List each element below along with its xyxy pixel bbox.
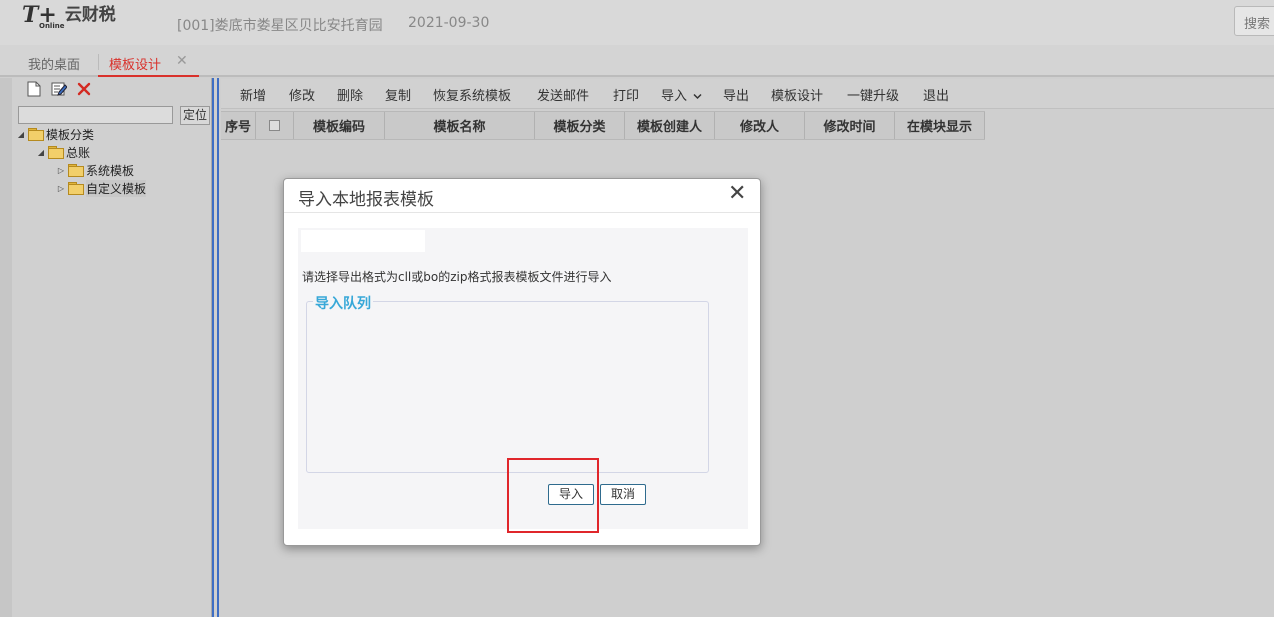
close-icon[interactable]: ✕ (728, 181, 746, 206)
new-file-icon[interactable] (26, 81, 42, 97)
edit-icon[interactable] (51, 81, 67, 97)
left-edge-strip (0, 78, 12, 617)
dialog-title: 导入本地报表模板 (298, 190, 434, 210)
toolbar-export-button[interactable]: 导出 (723, 85, 749, 104)
tree-node-label: 总账 (66, 145, 91, 160)
login-date: 2021-09-30 (408, 15, 490, 31)
expanded-arrow-icon[interactable]: ◢ (16, 130, 26, 139)
chevron-down-icon (693, 93, 702, 100)
panel-splitter[interactable] (212, 78, 219, 617)
tree-node-label: 模板分类 (46, 127, 95, 142)
org-name: [001]娄底市娄星区贝比安托育园 (177, 18, 383, 34)
app-logo: T+ Online 云财税 (22, 4, 116, 30)
toolbar-exit-button[interactable]: 退出 (923, 85, 949, 104)
folder-icon (68, 164, 84, 177)
tree-node-custom-template[interactable]: ▷ 自定义模板 (56, 179, 147, 197)
column-header-modifier[interactable]: 修改人 (715, 112, 805, 139)
column-header-template-code[interactable]: 模板编码 (294, 112, 385, 139)
column-header-modified-time[interactable]: 修改时间 (805, 112, 895, 139)
template-grid-header: 序号 模板编码 模板名称 模板分类 模板创建人 修改人 修改时间 在模块显示 (221, 111, 985, 140)
collapsed-arrow-icon[interactable]: ▷ (56, 184, 66, 193)
dialog-divider (284, 212, 760, 213)
expanded-arrow-icon[interactable]: ◢ (36, 148, 46, 157)
column-header-template-category[interactable]: 模板分类 (535, 112, 625, 139)
logo-text: 云财税 (64, 5, 116, 25)
select-all-checkbox[interactable] (269, 120, 280, 131)
delete-icon[interactable] (76, 81, 92, 97)
collapsed-arrow-icon[interactable]: ▷ (56, 166, 66, 175)
main-toolbar: 新增 修改 删除 复制 恢复系统模板 发送邮件 打印 导入 导出 模板设计 一键… (221, 79, 1274, 109)
global-search-input[interactable]: 搜索 (1234, 6, 1274, 36)
toolbar-import-label: 导入 (661, 89, 688, 104)
category-tree-panel: 定位 ◢ 模板分类 ◢ 总账 ▷ 系统模板 ▷ 自定义模板 (12, 78, 212, 617)
import-queue-legend: 导入队列 (313, 293, 373, 313)
column-header-template-name[interactable]: 模板名称 (385, 112, 535, 139)
toolbar-import-dropdown[interactable]: 导入 (661, 85, 702, 104)
tree-node-general-ledger[interactable]: ◢ 总账 (36, 144, 90, 160)
column-header-creator[interactable]: 模板创建人 (625, 112, 715, 139)
toolbar-copy-button[interactable]: 复制 (385, 85, 411, 104)
toolbar-edit-button[interactable]: 修改 (289, 85, 315, 104)
folder-icon (68, 182, 84, 195)
tree-node-label: 自定义模板 (86, 179, 147, 197)
tree-toolbar (26, 81, 92, 97)
import-instruction: 请选择导出格式为cll或bo的zip格式报表模板文件进行导入 (302, 270, 612, 284)
tab-template-design-label: 模板设计 (109, 58, 162, 73)
tab-template-design[interactable]: 模板设计 ✕ (98, 53, 199, 77)
app-header: T+ Online 云财税 [001]娄底市娄星区贝比安托育园 2021-09-… (0, 0, 1274, 45)
toolbar-send-email-button[interactable]: 发送邮件 (537, 85, 589, 104)
toolbar-new-button[interactable]: 新增 (240, 85, 266, 104)
highlight-annotation-box (507, 458, 599, 533)
file-picker-area[interactable] (301, 230, 425, 252)
column-header-select-all[interactable] (256, 112, 294, 139)
tab-bar: 我的桌面 模板设计 ✕ (0, 45, 1274, 77)
tree-node-template-category[interactable]: ◢ 模板分类 (16, 126, 94, 142)
toolbar-print-button[interactable]: 打印 (613, 85, 639, 104)
tree-node-system-template[interactable]: ▷ 系统模板 (56, 162, 134, 178)
toolbar-restore-system-template-button[interactable]: 恢复系统模板 (433, 85, 511, 104)
toolbar-one-click-upgrade-button[interactable]: 一键升级 (847, 85, 899, 104)
tab-my-desktop[interactable]: 我的桌面 (28, 54, 80, 73)
cancel-button[interactable]: 取消 (600, 484, 646, 505)
tab-close-icon[interactable]: ✕ (176, 53, 188, 69)
locate-input[interactable] (18, 106, 173, 124)
column-header-index[interactable]: 序号 (221, 112, 256, 139)
column-header-show-in-module[interactable]: 在模块显示 (895, 112, 985, 139)
folder-icon (48, 146, 64, 159)
toolbar-template-design-button[interactable]: 模板设计 (771, 85, 823, 104)
locate-button[interactable]: 定位 (180, 106, 210, 125)
import-queue-fieldset: 导入队列 (306, 293, 709, 473)
folder-icon (28, 128, 44, 141)
tree-node-label: 系统模板 (86, 163, 135, 178)
logo-online-text: Online (39, 22, 65, 30)
toolbar-delete-button[interactable]: 删除 (337, 85, 363, 104)
